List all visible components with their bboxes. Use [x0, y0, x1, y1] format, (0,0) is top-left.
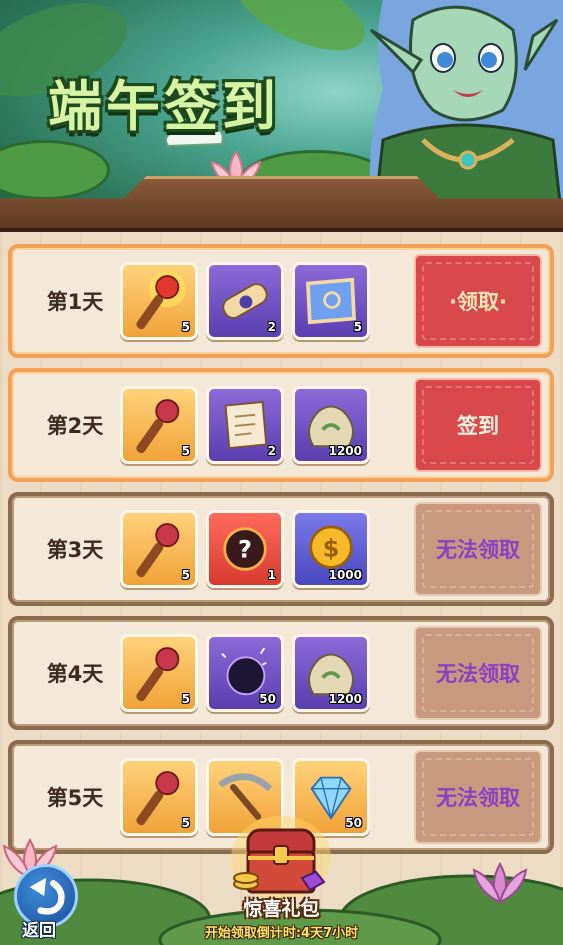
reward-slot[interactable]: 5 [120, 386, 198, 464]
day-label: 第1天 [46, 290, 104, 314]
reward-count: 5 [181, 692, 190, 706]
svg-text:$: $ [323, 534, 340, 562]
reward-slot[interactable]: 5 [120, 758, 198, 836]
lotus-pad-decoration [0, 140, 110, 200]
event-title: 端午签到 [48, 75, 280, 138]
unavailable-button[interactable]: 无法领取 [414, 626, 542, 720]
button-pattern [422, 510, 534, 588]
svg-text:?: ? [238, 535, 252, 563]
day-row-4: 第4天 5 50 1200 无法领取 [8, 616, 554, 730]
reward-slot[interactable]: 1200 [292, 386, 370, 464]
reward-slot[interactable]: ? 1 [206, 510, 284, 588]
reward-count: 1200 [328, 444, 362, 458]
day-label: 第2天 [46, 414, 104, 438]
reward-count: 1000 [328, 568, 362, 582]
reward-count: 2 [267, 444, 276, 458]
gift-pack-label: 惊喜礼包 [243, 898, 320, 920]
reward-count: 1200 [328, 692, 362, 706]
day-row-1: 第1天 5 2 5 ·领取· [8, 244, 554, 358]
surprise-gift-chest-icon[interactable] [226, 808, 336, 904]
day-label: 第4天 [46, 662, 104, 686]
reward-count: 5 [181, 320, 190, 334]
reward-slot[interactable]: 5 [120, 510, 198, 588]
reward-count: 50 [345, 816, 362, 830]
reward-count: 2 [267, 320, 276, 334]
button-pattern [422, 634, 534, 712]
claim-button[interactable]: ·领取· [414, 254, 542, 348]
reward-count: 5 [181, 816, 190, 830]
day-row-3: 第3天 5 ? 1 $ 1000 无法领取 [8, 492, 554, 606]
claim-countdown: 开始领取倒计时:4天7小时 [204, 926, 359, 941]
button-pattern [422, 262, 534, 340]
reward-slot[interactable]: 2 [206, 386, 284, 464]
day-label: 第5天 [46, 786, 104, 810]
reward-count: 5 [181, 444, 190, 458]
button-pattern [422, 758, 534, 836]
day-label: 第3天 [46, 538, 104, 562]
reward-slot[interactable]: 1200 [292, 634, 370, 712]
reward-slot[interactable]: 2 [206, 262, 284, 340]
unavailable-button[interactable]: 无法领取 [414, 750, 542, 844]
reward-count: 5 [181, 568, 190, 582]
reward-count: 50 [259, 692, 276, 706]
reward-slot[interactable]: 5 [292, 262, 370, 340]
button-pattern [422, 386, 534, 464]
reward-slot[interactable]: 5 [120, 262, 198, 340]
reward-count: 5 [353, 320, 362, 334]
reward-count: 1 [267, 568, 276, 582]
unavailable-button[interactable]: 无法领取 [414, 502, 542, 596]
reward-slot[interactable]: $ 1000 [292, 510, 370, 588]
reward-slot[interactable]: 50 [206, 634, 284, 712]
reward-slot[interactable]: 5 [120, 634, 198, 712]
day-row-2: 第2天 5 2 1200 签到 [8, 368, 554, 482]
sign-in-button[interactable]: 签到 [414, 378, 542, 472]
